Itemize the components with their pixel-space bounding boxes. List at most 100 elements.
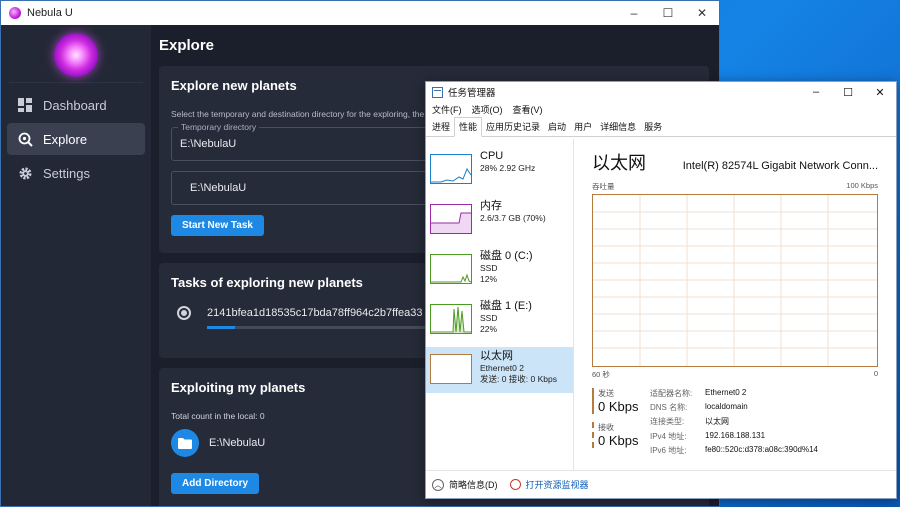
task-progress-fill xyxy=(207,326,235,329)
page-title: Explore xyxy=(159,37,215,54)
ethernet-detail-panel: 以太网 Intel(R) 82574L Gigabit Network Conn… xyxy=(574,139,896,470)
add-directory-button[interactable]: Add Directory xyxy=(171,473,260,494)
perf-item-name: 磁盘 0 (C:) xyxy=(480,250,533,262)
task-manager-tabs: 进程 性能 应用历史记录 启动 用户 详细信息 服务 xyxy=(426,117,896,137)
sidebar-item-dashboard[interactable]: Dashboard xyxy=(7,89,145,121)
nebula-window-title: Nebula U xyxy=(27,7,73,19)
task-progress-bar xyxy=(207,326,437,329)
task-manager-titlebar[interactable]: 任务管理器 – ☐ ✕ xyxy=(426,82,896,102)
receive-value: 0 Kbps xyxy=(598,433,639,448)
destination-directory-value: E:\NebulaU xyxy=(190,182,247,194)
perf-item-sub: SSD xyxy=(480,263,498,273)
tab-services[interactable]: 服务 xyxy=(640,118,666,136)
graph-label-max: 100 Kbps xyxy=(846,181,878,190)
tm-close-button[interactable]: ✕ xyxy=(864,82,896,102)
adapter-properties: 适配器名称: Ethernet0 2 DNS 名称: localdomain 连… xyxy=(650,388,818,456)
task-manager-menubar: 文件(F) 选项(O) 查看(V) xyxy=(426,102,896,116)
minimize-button[interactable]: – xyxy=(617,1,651,25)
perf-item-name: 磁盘 1 (E:) xyxy=(480,300,532,312)
perf-item-disk-1[interactable]: 磁盘 1 (E:) SSD 22% xyxy=(426,297,573,343)
perf-item-sub: SSD xyxy=(480,313,498,323)
disk-0-thumbnail xyxy=(430,254,472,284)
perf-item-sub: 2.6/3.7 GB (70%) xyxy=(480,213,546,223)
temporary-directory-value: E:\NebulaU xyxy=(180,138,237,150)
tab-processes[interactable]: 进程 xyxy=(428,118,454,136)
prop-value: 192.168.188.131 xyxy=(705,430,766,440)
prop-key: 连接类型: xyxy=(650,417,685,427)
prop-value: localdomain xyxy=(705,402,748,412)
temporary-directory-label: Temporary directory xyxy=(178,122,260,132)
prop-value: fe80::520c:d378:a08c:390d%14 xyxy=(705,444,818,454)
resource-monitor-label: 打开资源监视器 xyxy=(525,480,589,490)
folder-path: E:\NebulaU xyxy=(209,437,266,449)
task-manager-window: 任务管理器 – ☐ ✕ 文件(F) 选项(O) 查看(V) 进程 性能 应用历史… xyxy=(425,81,897,499)
sidebar-item-label: Settings xyxy=(43,165,90,181)
close-button[interactable]: ✕ xyxy=(685,1,719,25)
prop-value: 以太网 xyxy=(705,417,729,427)
prop-key: 适配器名称: xyxy=(650,389,693,398)
gear-icon xyxy=(17,165,33,181)
perf-item-cpu[interactable]: CPU 28% 2.92 GHz xyxy=(426,147,573,193)
tm-minimize-button[interactable]: – xyxy=(800,82,832,102)
perf-item-sub2: 12% xyxy=(480,274,498,284)
send-label: 发送 xyxy=(598,389,614,398)
send-value: 0 Kbps xyxy=(598,399,639,414)
disk-1-thumbnail xyxy=(430,304,472,334)
ethernet-thumbnail xyxy=(430,354,472,384)
sidebar-item-explore[interactable]: Explore xyxy=(7,123,145,155)
nebula-titlebar[interactable]: Nebula U – ☐ ✕ xyxy=(1,1,719,25)
tab-app-history[interactable]: 应用历史记录 xyxy=(482,118,544,136)
sidebar-item-settings[interactable]: Settings xyxy=(7,157,145,189)
explore-icon xyxy=(17,131,33,147)
perf-item-sub: Ethernet0 2 xyxy=(480,363,524,373)
menu-view[interactable]: 查看(V) xyxy=(513,103,543,116)
cpu-thumbnail xyxy=(430,154,472,184)
open-resource-monitor-link[interactable]: 打开资源监视器 xyxy=(509,478,589,491)
folder-icon xyxy=(171,429,199,457)
tab-performance[interactable]: 性能 xyxy=(454,117,483,137)
graph-axis-right: 0 xyxy=(873,369,878,378)
tm-maximize-button[interactable]: ☐ xyxy=(832,82,864,102)
task-manager-title: 任务管理器 xyxy=(448,88,496,99)
perf-item-name: CPU xyxy=(480,150,504,162)
adapter-name: Intel(R) 82574L Gigabit Network Conn... xyxy=(682,160,878,172)
perf-item-name: 以太网 xyxy=(480,350,513,362)
prop-value: Ethernet0 2 xyxy=(705,388,747,397)
task-hash: 2141bfea1d18535c17bda78ff964c2b7ffea33 xyxy=(207,307,423,319)
performance-list: CPU 28% 2.92 GHz 内存 2.6/3.7 GB (70%) 磁盘 … xyxy=(426,139,574,470)
perf-item-sub2: 22% xyxy=(480,324,498,334)
fewer-details-label: 简略信息(D) xyxy=(449,480,498,490)
receive-rate: 接收 0 Kbps xyxy=(592,422,650,448)
task-manager-icon xyxy=(432,86,443,98)
graph-axis-left: 60 秒 xyxy=(592,370,610,379)
perf-item-disk-0[interactable]: 磁盘 0 (C:) SSD 12% xyxy=(426,247,573,293)
dashboard-icon xyxy=(17,97,33,113)
tab-users[interactable]: 用户 xyxy=(570,118,596,136)
perf-item-ethernet[interactable]: 以太网 Ethernet0 2 发送: 0 接收: 0 Kbps xyxy=(426,347,573,393)
detail-heading: 以太网 xyxy=(592,153,646,173)
menu-file[interactable]: 文件(F) xyxy=(432,103,462,116)
send-rate: 发送 0 Kbps xyxy=(592,388,650,414)
perf-item-sub: 28% 2.92 GHz xyxy=(480,163,536,173)
resource-monitor-icon xyxy=(509,479,521,490)
perf-item-memory[interactable]: 内存 2.6/3.7 GB (70%) xyxy=(426,197,573,243)
receive-label: 接收 xyxy=(598,423,614,432)
perf-item-sub2: 发送: 0 接收: 0 Kbps xyxy=(480,374,557,384)
sidebar: Dashboard Explore Settings xyxy=(1,25,151,506)
sidebar-item-label: Explore xyxy=(43,131,88,147)
nebula-app-icon xyxy=(9,7,21,19)
chevron-up-icon: ︿ xyxy=(432,478,444,491)
start-new-task-button[interactable]: Start New Task xyxy=(171,215,264,236)
prop-key: DNS 名称: xyxy=(650,403,688,413)
maximize-button[interactable]: ☐ xyxy=(651,1,685,25)
tab-details[interactable]: 详细信息 xyxy=(596,118,640,136)
menu-options[interactable]: 选项(O) xyxy=(472,103,503,116)
fewer-details-button[interactable]: ︿ 简略信息(D) xyxy=(432,478,498,491)
sidebar-item-label: Dashboard xyxy=(43,97,107,113)
nebula-logo xyxy=(54,32,98,77)
task-manager-footer: ︿ 简略信息(D) 打开资源监视器 xyxy=(426,470,896,498)
perf-item-name: 内存 xyxy=(480,200,502,212)
task-radio[interactable] xyxy=(177,306,191,320)
tab-startup[interactable]: 启动 xyxy=(544,118,570,136)
prop-key: IPv6 地址: xyxy=(650,445,687,455)
